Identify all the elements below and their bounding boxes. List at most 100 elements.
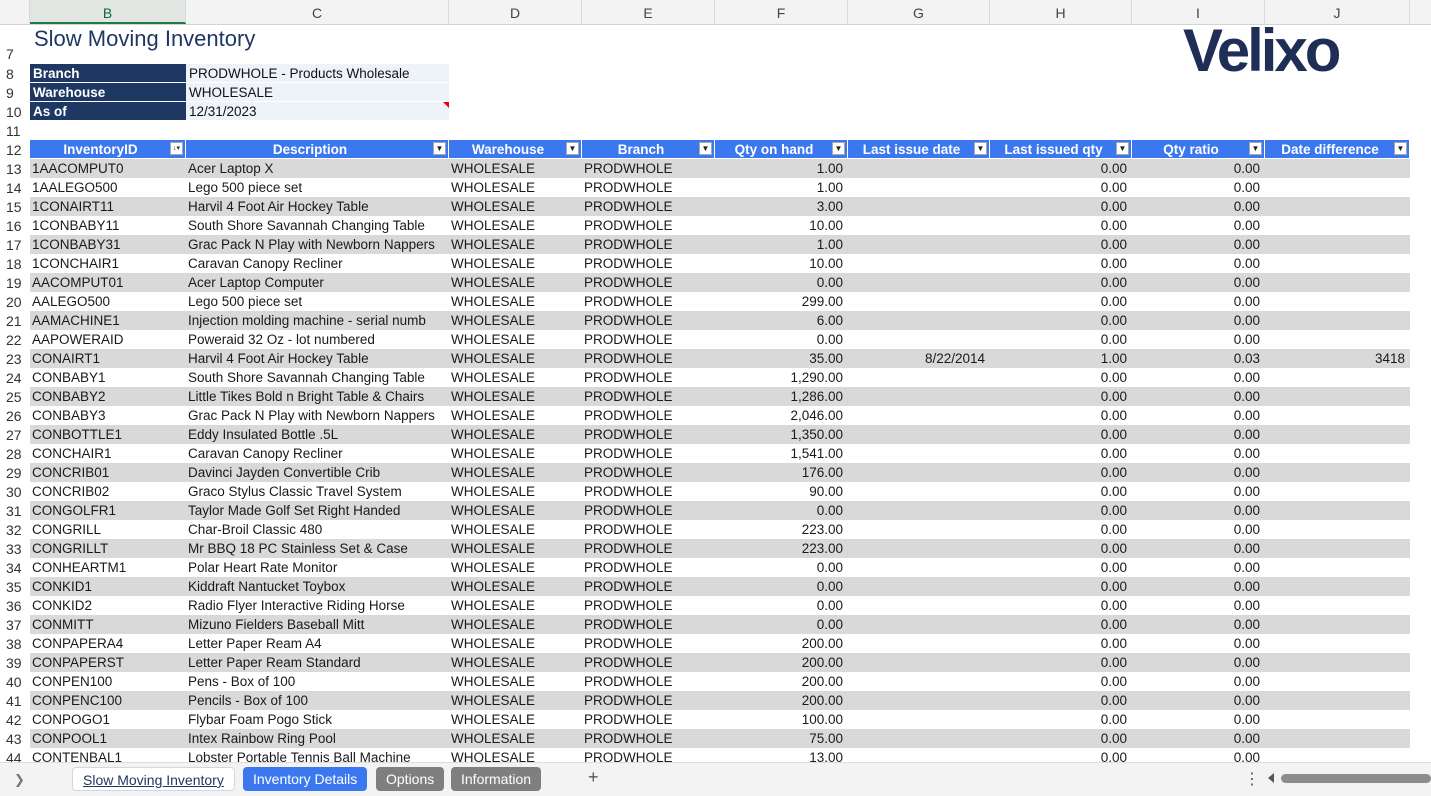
row-number[interactable]: 36 bbox=[0, 596, 30, 615]
cell-last-issue-date[interactable] bbox=[848, 710, 990, 729]
cell-qty-on-hand[interactable]: 223.00 bbox=[715, 520, 848, 539]
cell-last-issue-date[interactable] bbox=[848, 653, 990, 672]
cell-inventoryid[interactable]: AAPOWERAID bbox=[30, 330, 186, 349]
cell-branch[interactable]: PRODWHOLE bbox=[582, 368, 715, 387]
cell-last-issue-date[interactable] bbox=[848, 615, 990, 634]
cell-date-difference[interactable] bbox=[1265, 539, 1410, 558]
cell-last-issue-date[interactable] bbox=[848, 482, 990, 501]
cell-branch[interactable]: PRODWHOLE bbox=[582, 501, 715, 520]
filter-dropdown-icon[interactable]: ▼ bbox=[974, 142, 987, 155]
cell-last-issued-qty[interactable]: 0.00 bbox=[990, 178, 1132, 197]
cell-last-issued-qty[interactable]: 0.00 bbox=[990, 235, 1132, 254]
cell-qty-ratio[interactable]: 0.00 bbox=[1132, 292, 1265, 311]
row-number[interactable]: 23 bbox=[0, 349, 30, 368]
cell-warehouse[interactable]: WHOLESALE bbox=[449, 691, 582, 710]
cell-inventoryid[interactable]: CONCRIB01 bbox=[30, 463, 186, 482]
cell-description[interactable]: Poweraid 32 Oz - lot numbered bbox=[186, 330, 449, 349]
tab-options[interactable]: Options bbox=[376, 767, 445, 791]
cell-qty-ratio[interactable]: 0.00 bbox=[1132, 444, 1265, 463]
cell-qty-on-hand[interactable]: 0.00 bbox=[715, 273, 848, 292]
cell-qty-ratio[interactable]: 0.00 bbox=[1132, 615, 1265, 634]
row-number[interactable]: 25 bbox=[0, 387, 30, 406]
cell-last-issue-date[interactable] bbox=[848, 634, 990, 653]
filter-dropdown-icon[interactable]: ▼ bbox=[699, 142, 712, 155]
table-row[interactable]: AALEGO500 Lego 500 piece set WHOLESALE PROD… bbox=[30, 292, 1410, 311]
column-header-c[interactable]: C bbox=[186, 0, 449, 24]
cell-description[interactable]: Radio Flyer Interactive Riding Horse bbox=[186, 596, 449, 615]
cell-branch[interactable]: PRODWHOLE bbox=[582, 539, 715, 558]
table-row[interactable]: CONKID1 Kiddraft Nantucket Toybox WHOLESAL… bbox=[30, 577, 1410, 596]
cell-last-issue-date[interactable] bbox=[848, 672, 990, 691]
tab-inventory-details[interactable]: Inventory Details bbox=[243, 767, 368, 791]
cell-description[interactable]: Pencils - Box of 100 bbox=[186, 691, 449, 710]
cell-date-difference[interactable] bbox=[1265, 634, 1410, 653]
cell-warehouse[interactable]: WHOLESALE bbox=[449, 387, 582, 406]
cell-last-issue-date[interactable] bbox=[848, 178, 990, 197]
cell-description[interactable]: Caravan Canopy Recliner bbox=[186, 444, 449, 463]
cell-warehouse[interactable]: WHOLESALE bbox=[449, 330, 582, 349]
cell-last-issued-qty[interactable]: 1.00 bbox=[990, 349, 1132, 368]
column-header-branch[interactable]: Branch ▼ bbox=[582, 140, 715, 158]
cell-description[interactable]: Flybar Foam Pogo Stick bbox=[186, 710, 449, 729]
cell-qty-ratio[interactable]: 0.00 bbox=[1132, 558, 1265, 577]
row-number[interactable]: 13 bbox=[0, 159, 30, 178]
cell-date-difference[interactable]: 3418 bbox=[1265, 349, 1410, 368]
row-number[interactable]: 14 bbox=[0, 178, 30, 197]
cell-date-difference[interactable] bbox=[1265, 520, 1410, 539]
cell-qty-on-hand[interactable]: 1,541.00 bbox=[715, 444, 848, 463]
cell-description[interactable]: Pens - Box of 100 bbox=[186, 672, 449, 691]
cell-date-difference[interactable] bbox=[1265, 311, 1410, 330]
cell-last-issued-qty[interactable]: 0.00 bbox=[990, 482, 1132, 501]
cell-branch[interactable]: PRODWHOLE bbox=[582, 691, 715, 710]
row-number[interactable]: 27 bbox=[0, 425, 30, 444]
cell-description[interactable]: Letter Paper Ream Standard bbox=[186, 653, 449, 672]
cell-last-issue-date[interactable] bbox=[848, 311, 990, 330]
table-row[interactable]: CONBABY3 Grac Pack N Play with Newborn Na… bbox=[30, 406, 1410, 425]
cell-description[interactable]: Injection molding machine - serial numb bbox=[186, 311, 449, 330]
cell-branch[interactable]: PRODWHOLE bbox=[582, 216, 715, 235]
cell-branch[interactable]: PRODWHOLE bbox=[582, 444, 715, 463]
cell-qty-ratio[interactable]: 0.00 bbox=[1132, 596, 1265, 615]
cell-last-issue-date[interactable] bbox=[848, 691, 990, 710]
cell-inventoryid[interactable]: AALEGO500 bbox=[30, 292, 186, 311]
table-row[interactable]: AAMACHINE1 Injection molding machine - se… bbox=[30, 311, 1410, 330]
cell-inventoryid[interactable]: CONGOLFR1 bbox=[30, 501, 186, 520]
param-value-as-of[interactable]: 12/31/2023 bbox=[186, 102, 449, 120]
column-header-h[interactable]: H bbox=[990, 0, 1132, 24]
cell-date-difference[interactable] bbox=[1265, 501, 1410, 520]
cell-last-issued-qty[interactable]: 0.00 bbox=[990, 311, 1132, 330]
cell-last-issued-qty[interactable]: 0.00 bbox=[990, 387, 1132, 406]
cell-inventoryid[interactable]: CONBOTTLE1 bbox=[30, 425, 186, 444]
table-row[interactable]: CONKID2 Radio Flyer Interactive Riding Ho… bbox=[30, 596, 1410, 615]
row-number[interactable]: 24 bbox=[0, 368, 30, 387]
cell-qty-on-hand[interactable]: 0.00 bbox=[715, 501, 848, 520]
table-row[interactable]: CONPAPERST Letter Paper Ream Standard WHOL… bbox=[30, 653, 1410, 672]
cell-qty-on-hand[interactable]: 1,286.00 bbox=[715, 387, 848, 406]
cell-last-issued-qty[interactable]: 0.00 bbox=[990, 539, 1132, 558]
table-row[interactable]: AACOMPUT01 Acer Laptop Computer WHOLESALE P… bbox=[30, 273, 1410, 292]
row-number[interactable]: 38 bbox=[0, 634, 30, 653]
row-number[interactable]: 37 bbox=[0, 615, 30, 634]
cell-qty-on-hand[interactable]: 0.00 bbox=[715, 596, 848, 615]
cell-warehouse[interactable]: WHOLESALE bbox=[449, 615, 582, 634]
cell-branch[interactable]: PRODWHOLE bbox=[582, 254, 715, 273]
cell-qty-on-hand[interactable]: 1.00 bbox=[715, 178, 848, 197]
cell-last-issue-date[interactable] bbox=[848, 444, 990, 463]
cell-qty-ratio[interactable]: 0.00 bbox=[1132, 216, 1265, 235]
chevron-right-icon[interactable]: ❯ bbox=[14, 772, 25, 788]
cell-qty-on-hand[interactable]: 200.00 bbox=[715, 672, 848, 691]
cell-last-issued-qty[interactable]: 0.00 bbox=[990, 577, 1132, 596]
cell-last-issued-qty[interactable]: 0.00 bbox=[990, 292, 1132, 311]
cell-date-difference[interactable] bbox=[1265, 463, 1410, 482]
cell-qty-on-hand[interactable]: 0.00 bbox=[715, 330, 848, 349]
row-number[interactable]: 15 bbox=[0, 197, 30, 216]
cell-qty-ratio[interactable]: 0.00 bbox=[1132, 691, 1265, 710]
cell-branch[interactable]: PRODWHOLE bbox=[582, 425, 715, 444]
cell-date-difference[interactable] bbox=[1265, 691, 1410, 710]
cell-description[interactable]: South Shore Savannah Changing Table bbox=[186, 368, 449, 387]
param-label-as-of[interactable]: As of bbox=[30, 102, 186, 120]
cell-warehouse[interactable]: WHOLESALE bbox=[449, 596, 582, 615]
cell-warehouse[interactable]: WHOLESALE bbox=[449, 197, 582, 216]
param-label-branch[interactable]: Branch bbox=[30, 64, 186, 82]
table-row[interactable]: CONCRIB02 Graco Stylus Classic Travel Sys… bbox=[30, 482, 1410, 501]
